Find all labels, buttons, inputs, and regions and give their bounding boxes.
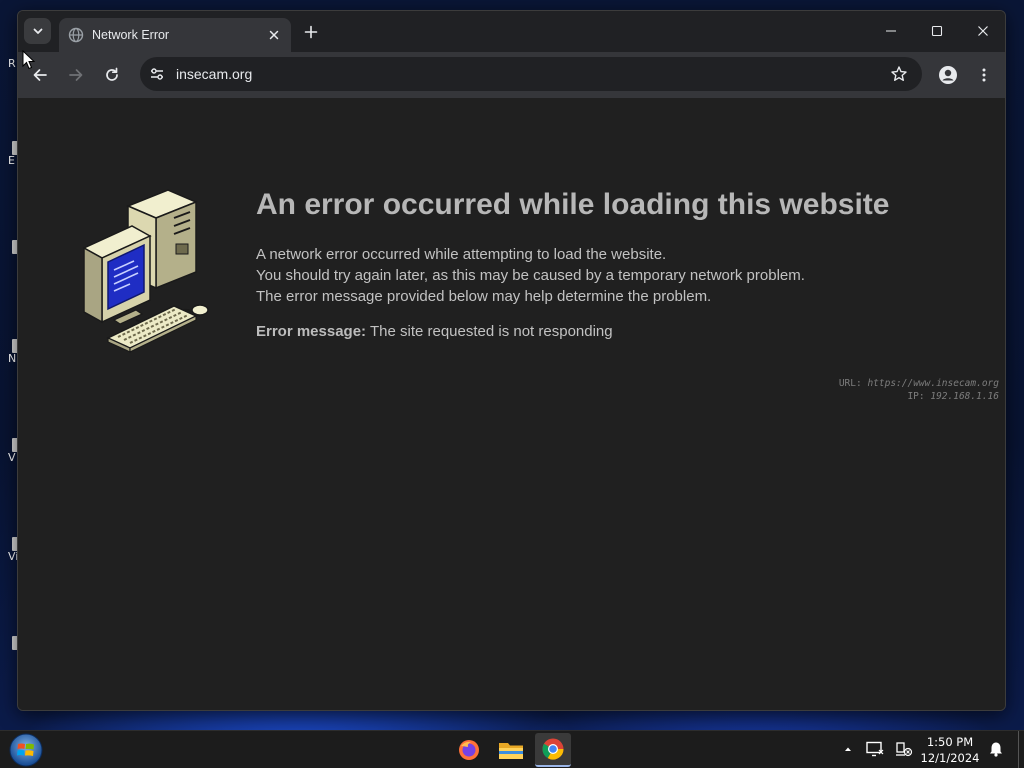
diag-ip-label: IP: xyxy=(907,391,925,402)
diag-ip: 192.168.1.16 xyxy=(930,391,999,402)
taskbar-clock[interactable]: 1:50 PM 12/1/2024 xyxy=(919,734,981,766)
taskbar-app-firefox[interactable] xyxy=(451,733,487,767)
taskbar-app-file-explorer[interactable] xyxy=(493,733,529,767)
close-tab-icon[interactable] xyxy=(267,28,281,42)
tab-search-button[interactable] xyxy=(24,18,51,44)
tab-strip: Network Error xyxy=(18,11,1005,52)
reload-button[interactable] xyxy=(100,63,124,87)
globe-icon xyxy=(68,27,84,43)
address-bar[interactable]: insecam.org xyxy=(140,57,922,91)
maximize-icon xyxy=(931,25,943,37)
chevron-down-icon xyxy=(33,28,42,34)
url-text[interactable]: insecam.org xyxy=(176,66,252,82)
reload-icon xyxy=(106,67,118,81)
new-tab-button[interactable] xyxy=(301,22,321,42)
start-button-windows-icon[interactable] xyxy=(8,732,44,768)
error-line: The error message provided below may hel… xyxy=(256,288,712,305)
site-settings-icon[interactable] xyxy=(149,66,165,82)
browser-menu-button[interactable] xyxy=(972,63,996,87)
error-message: Error message: The site requested is not… xyxy=(256,323,613,340)
close-window-button[interactable] xyxy=(971,20,995,42)
browser-toolbar: insecam.org xyxy=(18,52,1005,98)
browser-window: Network Error insecam.org An error occur… xyxy=(17,10,1006,711)
forward-button[interactable] xyxy=(64,63,88,87)
more-vertical-icon xyxy=(982,68,986,82)
firefox-icon xyxy=(459,740,479,760)
file-explorer-icon xyxy=(499,743,523,759)
tab-title: Network Error xyxy=(92,28,170,42)
error-message-label: Error message: xyxy=(256,323,367,340)
forward-arrow-icon xyxy=(69,69,83,81)
page-content: An error occurred while loading this web… xyxy=(18,98,1005,710)
show-desktop-button[interactable] xyxy=(1018,731,1024,768)
bell-icon xyxy=(990,742,1002,757)
tab-network-error[interactable]: Network Error xyxy=(59,18,291,52)
computer-illustration-icon xyxy=(82,189,209,353)
diagnostic-info: URL: https://www.insecam.org IP: 192.168… xyxy=(839,377,999,403)
display-icon xyxy=(866,741,884,757)
minimize-button[interactable] xyxy=(879,20,903,42)
tray-network-button[interactable] xyxy=(895,740,913,758)
network-disconnected-icon xyxy=(896,742,913,757)
taskbar: 1:50 PM 12/1/2024 xyxy=(0,730,1024,768)
chevron-up-icon xyxy=(845,747,851,751)
bookmark-star-icon[interactable] xyxy=(890,65,908,83)
chrome-icon xyxy=(542,738,564,760)
error-description: A network error occurred while attemptin… xyxy=(256,244,805,307)
maximize-button[interactable] xyxy=(925,20,949,42)
show-hidden-icons-button[interactable] xyxy=(839,740,857,758)
profile-icon xyxy=(939,66,957,84)
minimize-icon xyxy=(886,30,896,32)
plus-icon xyxy=(304,25,318,39)
error-message-text: The site requested is not responding xyxy=(369,323,613,340)
error-line: You should try again later, as this may … xyxy=(256,267,805,284)
clock-time: 1:50 PM xyxy=(926,735,974,749)
profile-button[interactable] xyxy=(936,63,960,87)
tray-display-button[interactable] xyxy=(866,740,884,758)
taskbar-app-chrome[interactable] xyxy=(535,733,571,767)
error-line: A network error occurred while attemptin… xyxy=(256,246,667,263)
mouse-cursor-icon xyxy=(22,50,36,70)
clock-date: 12/1/2024 xyxy=(920,751,980,765)
diag-url: https://www.insecam.org xyxy=(867,378,999,389)
diag-url-label: URL: xyxy=(838,378,862,389)
notifications-button[interactable] xyxy=(987,740,1005,758)
error-heading: An error occurred while loading this web… xyxy=(256,188,890,221)
close-icon xyxy=(978,26,988,36)
